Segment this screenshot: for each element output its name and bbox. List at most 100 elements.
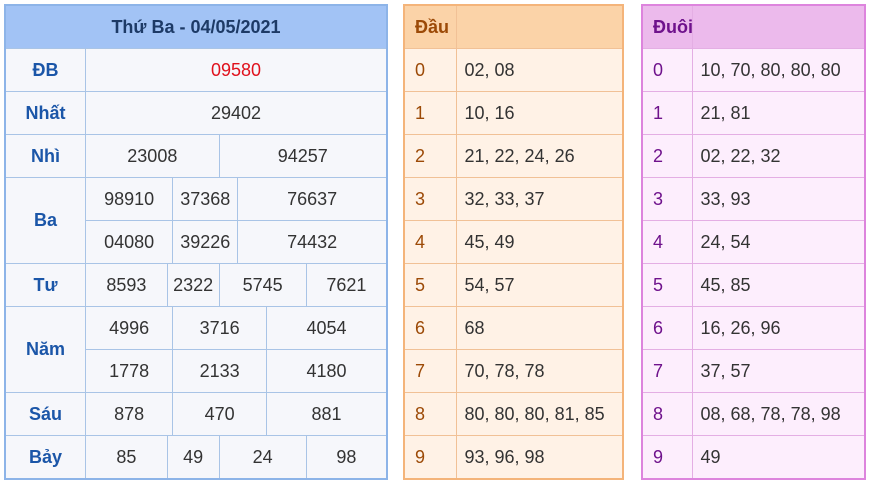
dau-key: 0 [403,48,457,92]
duoi-values: 10, 70, 80, 80, 80 [691,48,866,92]
duoi-values: 24, 54 [691,220,866,264]
prize-value: 2322 [166,263,220,307]
duoi-key: 4 [641,220,693,264]
prize-label-nhi: Nhì [4,134,87,178]
prize-value: 85 [85,435,168,480]
prize-label-bay: Bảy [4,435,87,480]
dau-values: 10, 16 [455,91,624,135]
prize-value: 881 [266,392,388,436]
prize-value: 04080 [85,220,174,264]
results-title: Thứ Ba - 04/05/2021 [4,4,388,49]
dau-key: 7 [403,349,457,393]
prize-row-nhat: Nhất 29402 [4,91,388,135]
prize-value: 3716 [172,306,268,350]
dau-header-blank [455,4,624,49]
duoi-row: 8 08, 68, 78, 78, 98 [641,392,866,436]
dau-values: 54, 57 [455,263,624,307]
dau-row: 2 21, 22, 24, 26 [403,134,624,178]
dau-key: 3 [403,177,457,221]
dau-values: 70, 78, 78 [455,349,624,393]
prize-row-bay: Bảy 85 49 24 98 [4,435,388,480]
duoi-key: 7 [641,349,693,393]
dau-key: 5 [403,263,457,307]
dau-rows: 0 02, 08 1 10, 16 2 21, 22, 24, 26 3 32, 33,… [403,48,624,480]
results-table: Thứ Ba - 04/05/2021 ĐB 09580 Nhất 29402 … [4,4,388,480]
dau-row: 6 68 [403,306,624,350]
duoi-key: 2 [641,134,693,178]
duoi-values: 45, 85 [691,263,866,307]
dau-row: 4 45, 49 [403,220,624,264]
duoi-key: 1 [641,91,693,135]
prize-value: 24 [218,435,307,480]
duoi-key: 5 [641,263,693,307]
dau-values: 80, 80, 80, 81, 85 [455,392,624,436]
dau-key: 2 [403,134,457,178]
duoi-rows: 0 10, 70, 80, 80, 80 1 21, 81 2 02, 22, 32 … [641,48,866,480]
prize-row-db: ĐB 09580 [4,48,388,92]
prize-row-sau: Sáu 878 470 881 [4,392,388,436]
dau-values: 68 [455,306,624,350]
prize-label-tu: Tư [4,263,87,307]
prize-row-nhi: Nhì 23008 94257 [4,134,388,178]
dau-key: 8 [403,392,457,436]
duoi-header: Đuôi [641,4,693,49]
dau-row: 3 32, 33, 37 [403,177,624,221]
prize-value: 2133 [172,349,268,393]
dau-row: 0 02, 08 [403,48,624,92]
dau-row: 9 93, 96, 98 [403,435,624,480]
duoi-row: 0 10, 70, 80, 80, 80 [641,48,866,92]
duoi-values: 08, 68, 78, 78, 98 [691,392,866,436]
dau-key: 1 [403,91,457,135]
prize-value: 470 [172,392,268,436]
prize-value: 4180 [266,349,388,393]
duoi-row: 1 21, 81 [641,91,866,135]
prize-value: 29402 [85,91,388,135]
duoi-row: 7 37, 57 [641,349,866,393]
duoi-key: 3 [641,177,693,221]
duoi-row: 4 24, 54 [641,220,866,264]
prize-value: 76637 [237,177,388,221]
dau-values: 93, 96, 98 [455,435,624,480]
duoi-row: 3 33, 93 [641,177,866,221]
duoi-header-blank [691,4,866,49]
dau-row: 1 10, 16 [403,91,624,135]
prize-value: 98910 [85,177,174,221]
prize-value: 23008 [85,134,220,178]
duoi-key: 9 [641,435,693,480]
prize-value: 49 [166,435,220,480]
duoi-values: 49 [691,435,866,480]
prize-value: 37368 [172,177,239,221]
prize-value: 09580 [85,48,388,92]
duoi-key: 0 [641,48,693,92]
prize-value: 7621 [305,263,388,307]
prize-value: 74432 [237,220,388,264]
dau-values: 21, 22, 24, 26 [455,134,624,178]
prize-label-nhat: Nhất [4,91,87,135]
prize-value: 878 [85,392,174,436]
duoi-table: Đuôi 0 10, 70, 80, 80, 80 1 21, 81 2 02, 22… [641,4,866,480]
dau-table: Đầu 0 02, 08 1 10, 16 2 21, 22, 24, 26 3 32,… [403,4,624,480]
prize-label-db: ĐB [4,48,87,92]
dau-row: 7 70, 78, 78 [403,349,624,393]
prize-value: 94257 [218,134,388,178]
dau-row: 8 80, 80, 80, 81, 85 [403,392,624,436]
duoi-values: 16, 26, 96 [691,306,866,350]
prize-label-sau: Sáu [4,392,87,436]
prize-value: 4996 [85,306,174,350]
prize-label-nam: Năm [4,306,87,393]
prize-row-ba-1: Ba 98910 37368 76637 [4,177,388,264]
prize-value: 5745 [218,263,307,307]
duoi-row: 5 45, 85 [641,263,866,307]
prize-value: 4054 [266,306,388,350]
dau-key: 9 [403,435,457,480]
dau-values: 32, 33, 37 [455,177,624,221]
duoi-values: 37, 57 [691,349,866,393]
dau-header: Đầu [403,4,457,49]
prize-label-ba: Ba [4,177,87,264]
duoi-row: 6 16, 26, 96 [641,306,866,350]
duoi-key: 6 [641,306,693,350]
dau-key: 6 [403,306,457,350]
prize-value: 39226 [172,220,239,264]
prize-row-nam-1: Năm 4996 3716 4054 [4,306,388,393]
duoi-row: 2 02, 22, 32 [641,134,866,178]
